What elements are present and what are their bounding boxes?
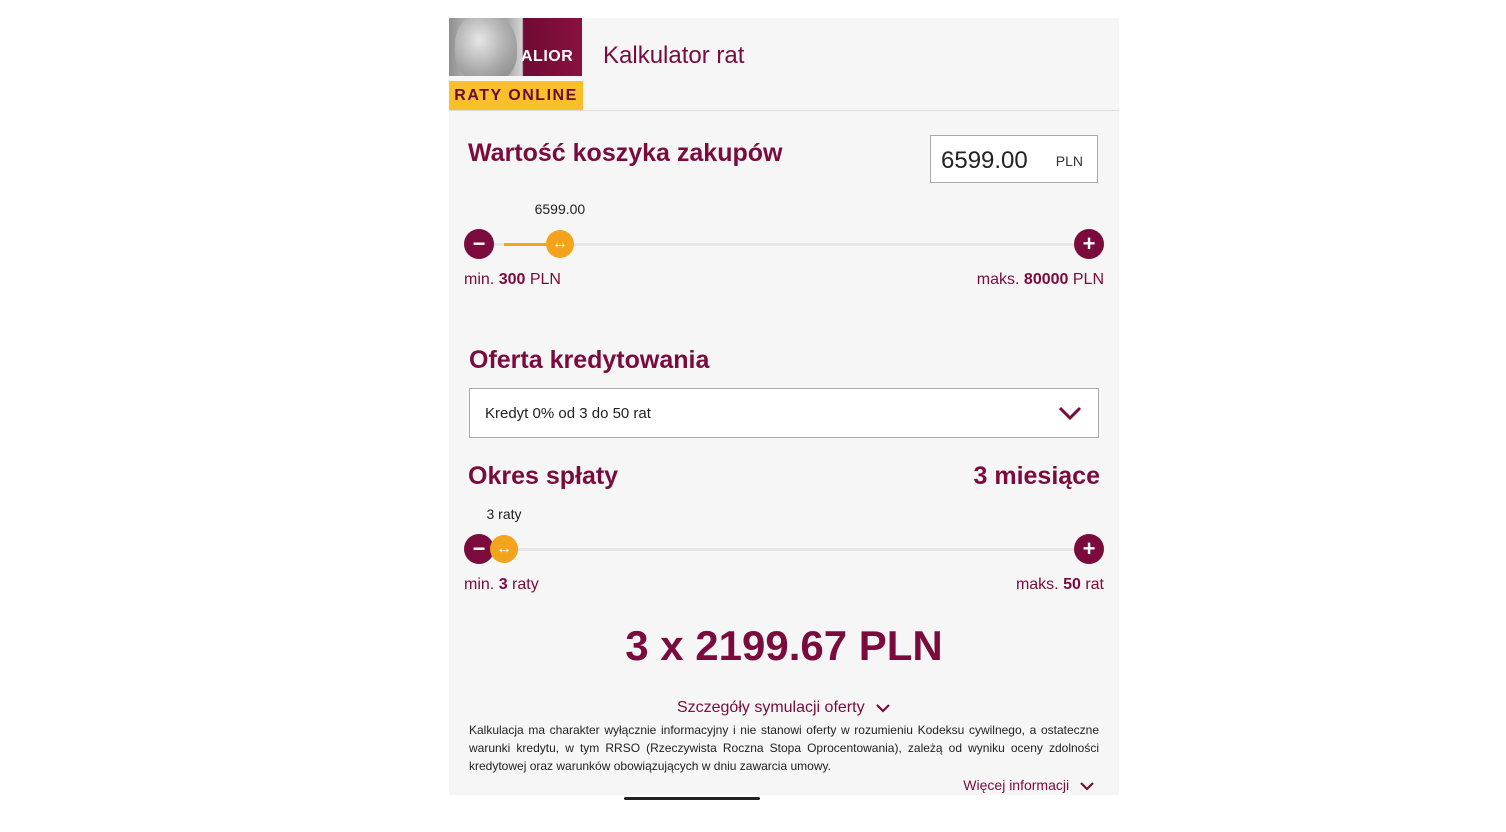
- max-value: 80000: [1023, 271, 1069, 288]
- chevron-down-icon[interactable]: [1056, 399, 1084, 427]
- basket-min-label: min. 300 PLN: [464, 271, 561, 289]
- slider-track[interactable]: [490, 548, 1078, 551]
- min-unit: raty: [512, 576, 539, 593]
- logo-statue-image: [455, 18, 517, 76]
- basket-heading: Wartość koszyka zakupów: [468, 139, 783, 167]
- max-value: 50: [1063, 576, 1081, 593]
- period-min-label: min. 3 raty: [464, 576, 539, 594]
- max-unit: PLN: [1072, 271, 1104, 288]
- period-slider[interactable]: − ↔ +: [464, 534, 1104, 564]
- minus-icon: −: [472, 231, 486, 256]
- min-value: 300: [498, 271, 526, 288]
- max-prefix: maks.: [1015, 576, 1059, 593]
- min-unit: PLN: [529, 271, 561, 288]
- details-toggle[interactable]: Szczegóły symulacji oferty: [449, 699, 1119, 717]
- more-info-link[interactable]: Więcej informacji: [963, 777, 1069, 793]
- slider-track[interactable]: [490, 243, 1078, 246]
- offer-selected-value: Kredyt 0% od 3 do 50 rat: [485, 405, 651, 422]
- offer-heading: Oferta kredytowania: [469, 346, 710, 374]
- min-value: 3: [498, 576, 508, 593]
- plus-button[interactable]: +: [1074, 534, 1104, 564]
- plus-icon: +: [1082, 231, 1096, 256]
- horizontal-scrollbar[interactable]: [624, 797, 760, 800]
- plus-button[interactable]: +: [1074, 229, 1104, 259]
- logo-word: ALIOR: [521, 48, 574, 65]
- max-unit: rat: [1085, 576, 1104, 593]
- min-prefix: min.: [464, 576, 495, 593]
- calculator-panel: ALIOR RATY ONLINE Kalkulator rat Wartość…: [449, 18, 1119, 795]
- min-prefix: min.: [464, 271, 495, 288]
- plus-icon: +: [1082, 536, 1096, 561]
- slider-handle[interactable]: ↔: [545, 230, 574, 258]
- arrows-horizontal-icon: ↔: [496, 540, 512, 557]
- period-max-label: maks. 50 rat: [1016, 576, 1104, 594]
- chevron-down-icon[interactable]: [875, 702, 891, 714]
- chevron-down-icon[interactable]: [1079, 780, 1095, 792]
- basket-slider-value-label: 6599.00: [534, 201, 586, 217]
- period-heading: Okres spłaty: [468, 462, 619, 490]
- offer-select[interactable]: Kredyt 0% od 3 do 50 rat: [469, 388, 1099, 438]
- page-title: Kalkulator rat: [603, 42, 745, 69]
- installment-result: 3 x 2199.67 PLN: [625, 622, 943, 669]
- basket-amount-unit: PLN: [1055, 153, 1083, 169]
- minus-icon: −: [472, 536, 486, 561]
- raty-online-badge: RATY ONLINE: [449, 81, 583, 110]
- basket-slider[interactable]: − ↔ +: [464, 229, 1104, 259]
- max-prefix: maks.: [976, 271, 1020, 288]
- arrows-horizontal-icon: ↔: [551, 235, 568, 252]
- period-slider-value-label: 3 raty: [486, 506, 522, 522]
- basket-amount-value[interactable]: 6599.00: [941, 147, 1028, 175]
- details-link[interactable]: Szczegóły symulacji oferty: [677, 699, 865, 716]
- slider-handle[interactable]: ↔: [490, 535, 518, 563]
- alior-logo: ALIOR: [449, 18, 582, 76]
- disclaimer-text: Kalkulacja ma charakter wyłącznie inform…: [469, 723, 1099, 773]
- header: ALIOR RATY ONLINE Kalkulator rat: [449, 18, 1119, 111]
- basket-max-label: maks. 80000 PLN: [977, 271, 1104, 289]
- basket-amount-input[interactable]: 6599.00 PLN: [930, 135, 1098, 183]
- period-value: 3 miesiące: [973, 462, 1101, 490]
- minus-button[interactable]: −: [464, 229, 494, 259]
- more-info-toggle[interactable]: Więcej informacji: [963, 777, 1095, 793]
